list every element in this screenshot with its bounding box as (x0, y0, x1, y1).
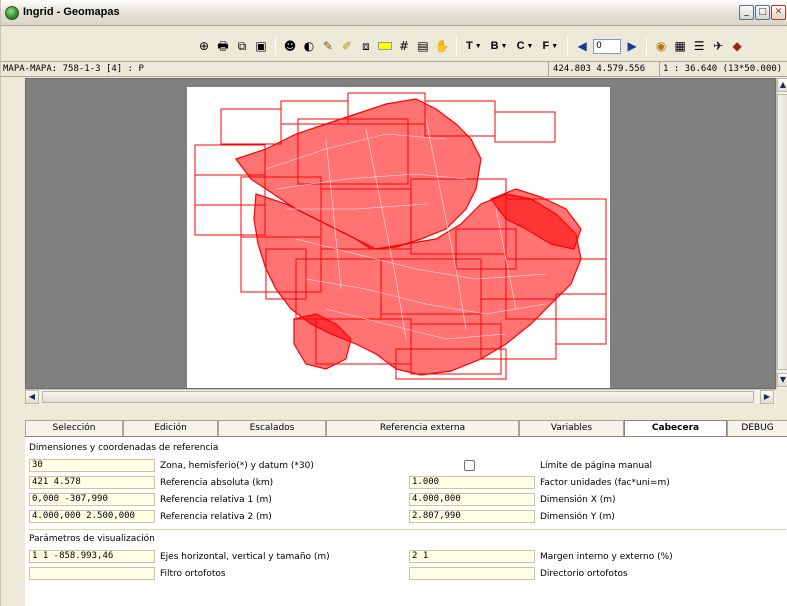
factor-unidades-field[interactable]: 1.000 (409, 476, 535, 489)
zona-label: Zona, hemisferio(*) y datum (*30) (160, 461, 314, 471)
toolbar-separator (646, 37, 648, 55)
map-info: MAPA-MAPA: 758-1-3 [4] : P (3, 64, 144, 74)
hand-icon[interactable]: ✋ (434, 38, 450, 54)
tab-bar: Selección Edición Escalados Referencia e… (25, 420, 787, 437)
limite-pagina-checkbox[interactable] (464, 460, 475, 471)
table-icon[interactable]: ▦ (672, 38, 688, 54)
toolbar-separator (567, 37, 569, 55)
app-window: Ingrid - Geomapas _ □ ✕ ⊕ 🖶 ⧉ ▣ ☻ ◐ ✎ ✐ … (0, 0, 787, 606)
title-bar: Ingrid - Geomapas _ □ ✕ (1, 0, 787, 26)
tab-debug[interactable]: DEBUG (727, 420, 787, 436)
grid-icon[interactable]: # (396, 38, 412, 54)
filtro-ortofotos-field[interactable] (29, 567, 155, 580)
cursor-coordinates: 424.803 4.579.556 (548, 62, 658, 77)
referencia-relativa-1-label: Referencia relativa 1 (m) (160, 495, 272, 505)
tab-variables[interactable]: Variables (519, 420, 624, 436)
directorio-ortofotos-label: Directorio ortofotos (540, 569, 628, 579)
page-input[interactable]: 0 (593, 38, 622, 54)
palette-icon[interactable]: ☻ (282, 38, 298, 54)
limite-pagina-label: Límite de página manual (540, 461, 653, 471)
menu-t[interactable]: T ▼ (463, 40, 485, 52)
factor-unidades-label: Factor unidades (fac*uni=m) (540, 478, 670, 488)
tab-escalados[interactable]: Escalados (218, 420, 326, 436)
plane-icon[interactable]: ✈ (710, 38, 726, 54)
minimize-button[interactable]: _ (739, 5, 754, 20)
scroll-up-button[interactable]: ▲ (777, 78, 787, 92)
tab-edicion[interactable]: Edición (123, 420, 218, 436)
referencia-relativa-2-field[interactable]: 4.000,000 2.500,000 (29, 510, 155, 523)
map-canvas[interactable] (26, 79, 777, 390)
referencia-absoluta-label: Referencia absoluta (km) (160, 478, 274, 488)
referencia-relativa-2-label: Referencia relativa 2 (m) (160, 512, 272, 522)
horizontal-scroll-thumb[interactable] (42, 391, 754, 403)
scroll-down-button[interactable]: ▼ (777, 373, 787, 387)
map-view[interactable] (25, 78, 776, 389)
brush-icon[interactable]: ✎ (320, 38, 336, 54)
menu-f[interactable]: F ▼ (539, 40, 561, 52)
menu-b[interactable]: B ▼ (488, 40, 511, 52)
arrow-left-icon[interactable]: ◀ (574, 38, 590, 54)
color-dropdown-icon[interactable] (377, 38, 393, 54)
toolbar-separator (275, 37, 276, 55)
tab-seleccion[interactable]: Selección (25, 420, 123, 436)
section-title-dimensiones: Dimensiones y coordenadas de referencia (29, 443, 219, 453)
scroll-left-button[interactable]: ◀ (25, 390, 39, 404)
copy-icon[interactable]: ⧉ (234, 38, 250, 54)
window-title: Ingrid - Geomapas (23, 6, 120, 18)
section-title-visualizacion: Parámetros de visualización (29, 534, 155, 544)
section-divider (29, 529, 786, 530)
close-button[interactable]: ✕ (771, 5, 786, 20)
save-icon[interactable]: ▣ (253, 38, 269, 54)
contrast-icon[interactable]: ◐ (301, 38, 317, 54)
filtro-ortofotos-label: Filtro ortofotos (160, 569, 226, 579)
ejes-label: Ejes horizontal, vertical y tamaño (m) (160, 552, 330, 562)
horizontal-scrollbar[interactable]: ◀ ▶ (25, 389, 776, 404)
dimension-x-field[interactable]: 4.000,000 (409, 493, 535, 506)
status-bar: MAPA-MAPA: 758-1-3 [4] : P 424.803 4.579… (1, 61, 787, 77)
margen-label: Margen interno y externo (%) (540, 552, 673, 562)
menu-c[interactable]: C ▼ (514, 40, 537, 52)
brush-settings-icon[interactable]: ✐ (339, 38, 355, 54)
toolbar-separator (456, 37, 457, 55)
dimension-y-field[interactable]: 2.807,990 (409, 510, 535, 523)
arrow-right-icon[interactable]: ▶ (624, 38, 640, 54)
toolbar: ⊕ 🖶 ⧉ ▣ ☻ ◐ ✎ ✐ ⧈ # ▤ ✋ T ▼ B ▼ C ▼ F ▼ ◀ 0 … (1, 34, 787, 60)
map-scale: 1 : 36.640 (13*50.000) (659, 62, 787, 77)
dimension-x-label: Dimensión X (m) (540, 495, 616, 505)
tab-referencia-externa[interactable]: Referencia externa (326, 420, 519, 436)
maximize-button[interactable]: □ (755, 5, 770, 20)
print-icon[interactable]: 🖶 (215, 38, 231, 54)
globe-icon[interactable]: ◉ (653, 38, 669, 54)
referencia-relativa-1-field[interactable]: 0,000 -307,990 (29, 493, 155, 506)
book-icon[interactable]: ◆ (729, 38, 745, 54)
stack-icon[interactable]: ☰ (691, 38, 707, 54)
zoom-fit-icon[interactable]: ⊕ (196, 38, 212, 54)
margen-field[interactable]: 2 1 (409, 550, 535, 563)
globe-app-icon (5, 6, 19, 20)
directorio-ortofotos-field[interactable] (409, 567, 535, 580)
scroll-right-button[interactable]: ▶ (760, 390, 774, 404)
referencia-absoluta-field[interactable]: 421 4.578 (29, 476, 155, 489)
tab-cabecera[interactable]: Cabecera (624, 420, 727, 437)
zona-field[interactable]: 30 (29, 459, 155, 472)
layers-dropdown-icon[interactable]: ⧈ (358, 38, 374, 54)
vertical-scrollbar[interactable]: ▲ ▼ (776, 78, 787, 389)
dimension-y-label: Dimensión Y (m) (540, 512, 615, 522)
vertical-scroll-thumb[interactable] (777, 94, 787, 370)
document-icon[interactable]: ▤ (415, 38, 431, 54)
ejes-field[interactable]: 1 1 -858.993,46 (29, 550, 155, 563)
